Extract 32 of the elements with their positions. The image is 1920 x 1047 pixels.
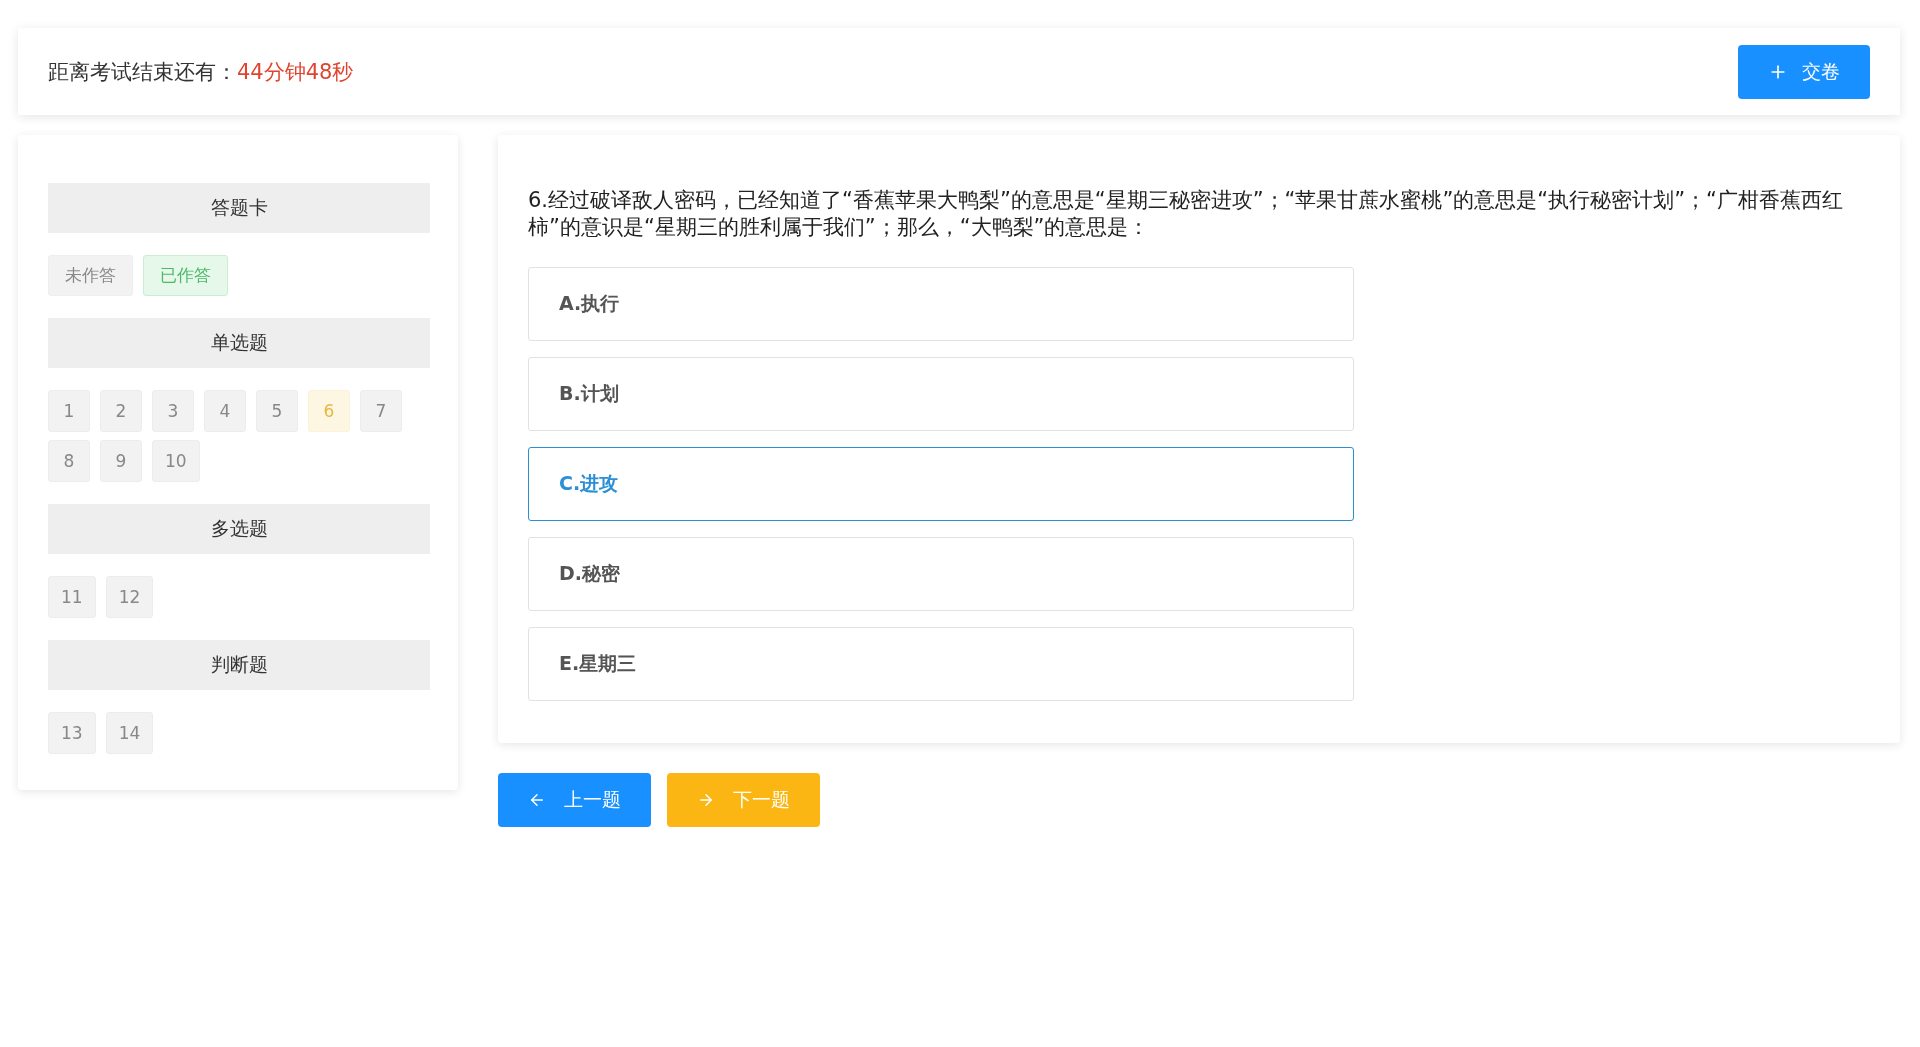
question-number-button[interactable]: 14 — [105, 712, 154, 754]
question-number-button[interactable]: 13 — [48, 712, 96, 754]
arrow-right-icon — [697, 791, 715, 809]
answer-option[interactable]: B.计划 — [528, 357, 1354, 431]
question-number-button[interactable]: 6 — [308, 390, 350, 432]
countdown-time: 44分钟48秒 — [237, 58, 354, 86]
question-number-button[interactable]: 12 — [105, 576, 154, 618]
previous-button[interactable]: 上一题 — [498, 773, 651, 827]
section-title: 单选题 — [48, 318, 430, 368]
next-button[interactable]: 下一题 — [667, 773, 820, 827]
question-number-button[interactable]: 1 — [48, 390, 90, 432]
question-number-button[interactable]: 11 — [48, 576, 96, 618]
legend-tag: 未作答 — [48, 255, 133, 296]
question-number-button[interactable]: 5 — [256, 390, 298, 432]
answer-option[interactable]: E.星期三 — [528, 627, 1354, 701]
answer-option[interactable]: A.执行 — [528, 267, 1354, 341]
countdown-label: 距离考试结束还有： — [48, 58, 237, 86]
section-title: 答题卡 — [48, 183, 430, 233]
question-number-button[interactable]: 2 — [100, 390, 142, 432]
answer-option[interactable]: D.秘密 — [528, 537, 1354, 611]
submit-button[interactable]: 交卷 — [1738, 44, 1870, 99]
question-number-button[interactable]: 9 — [100, 440, 142, 482]
question-number-button[interactable]: 3 — [152, 390, 194, 432]
section-title: 多选题 — [48, 504, 430, 554]
question-text: 6.经过破译敌人密码，已经知道了“香蕉苹果大鸭梨”的意思是“星期三秘密进攻”；“苹果甘蔗水蜜桃”的意思是“执行秘密计划”；“广柑香蕉西红柿”的意识是“星期三的胜利属于我们”；那么，“大鸭梨”的意思是： — [528, 187, 1844, 241]
question-number-button[interactable]: 4 — [204, 390, 246, 432]
legend-tag: 已作答 — [143, 255, 228, 296]
answer-option[interactable]: C.进攻 — [528, 447, 1354, 521]
question-number-button[interactable]: 8 — [48, 440, 90, 482]
section-title: 判断题 — [48, 640, 430, 690]
question-number-button[interactable]: 10 — [152, 440, 200, 482]
question-number-button[interactable]: 7 — [360, 390, 402, 432]
